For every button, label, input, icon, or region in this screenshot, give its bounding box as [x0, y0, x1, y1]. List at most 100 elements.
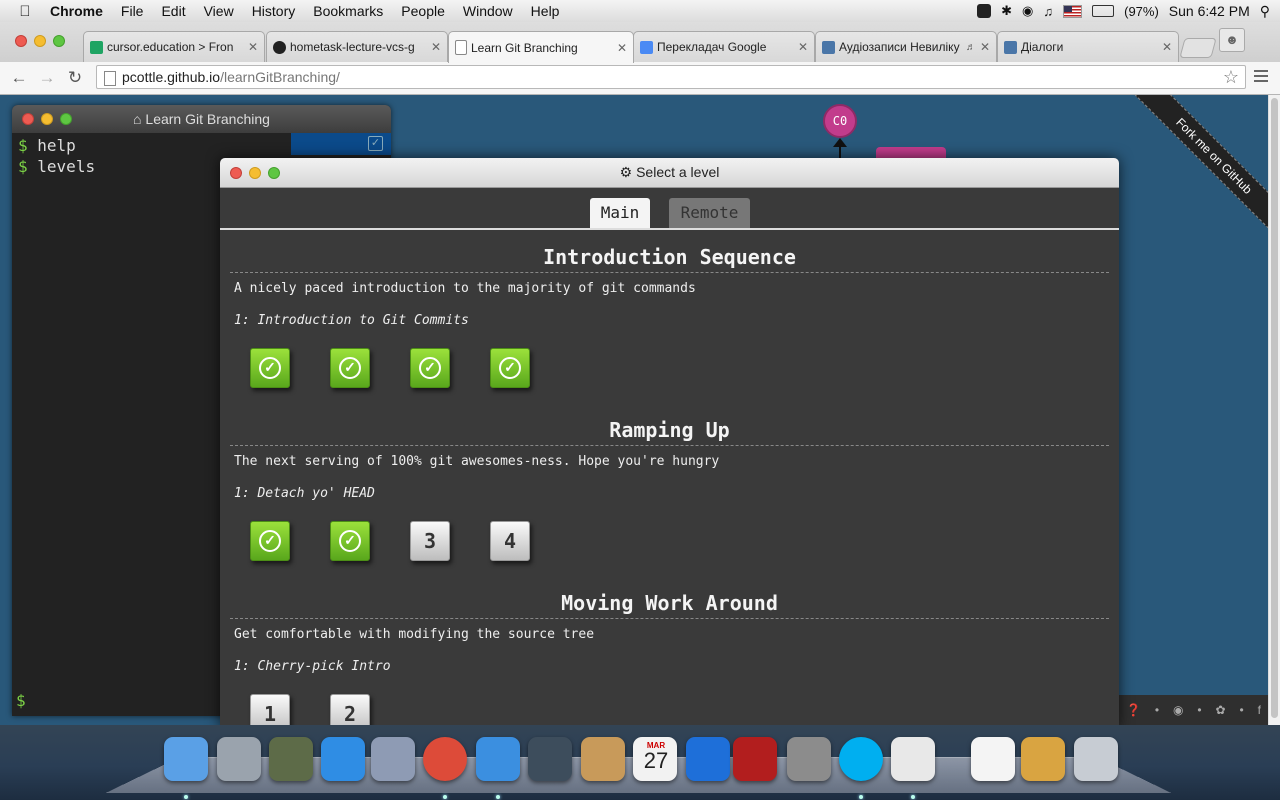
level-button[interactable]: ✓ [490, 348, 530, 388]
level-button[interactable]: ✓ [330, 521, 370, 561]
archive-icon[interactable] [1021, 737, 1065, 781]
level-button[interactable]: ✓ [250, 348, 290, 388]
scrollbar-thumb[interactable] [1271, 98, 1278, 718]
menu-edit[interactable]: Edit [152, 0, 194, 22]
browser-tab-active[interactable]: Learn Git Branching ✕ [448, 31, 634, 63]
tab-close-icon[interactable]: ✕ [980, 40, 990, 54]
level-button[interactable]: 1 [250, 694, 290, 725]
preview-icon[interactable] [371, 737, 415, 781]
sequence-subtitle: 1: Introduction to Git Commits [234, 313, 469, 328]
level-button[interactable]: ✓ [410, 348, 450, 388]
menu-people[interactable]: People [392, 0, 454, 22]
finder-icon[interactable] [164, 737, 208, 781]
browser-tab[interactable]: Перекладач Google ✕ [633, 31, 815, 62]
checkmark-icon: ✓ [259, 530, 281, 552]
modal-zoom-button[interactable] [268, 167, 280, 179]
contacts-icon[interactable] [581, 737, 625, 781]
chrome-icon[interactable] [423, 737, 467, 781]
window-minimize-button[interactable] [34, 35, 46, 47]
launchpad-icon[interactable] [217, 737, 261, 781]
tab-close-icon[interactable]: ✕ [431, 40, 441, 54]
photo-slideshow-icon[interactable] [733, 737, 777, 781]
back-arrow-icon[interactable]: ← [8, 67, 30, 89]
twitter-icon[interactable]: ✿ [1215, 703, 1225, 717]
help-icon[interactable]: ❓ [1126, 703, 1141, 717]
apple-menu-icon[interactable]:  [16, 2, 34, 20]
browser-tab[interactable]: hometask-lecture-vcs-g ✕ [266, 31, 448, 62]
page-icon [455, 40, 467, 55]
modal-close-button[interactable] [230, 167, 242, 179]
window-close-button[interactable] [15, 35, 27, 47]
tab-main[interactable]: Main [590, 198, 650, 228]
menubar-app-icon[interactable] [977, 4, 992, 18]
battery-percent[interactable]: (97%) [1124, 4, 1159, 19]
tab-remote[interactable]: Remote [669, 198, 750, 228]
clock[interactable]: Sun 6:42 PM [1169, 3, 1250, 19]
itunes-icon[interactable] [686, 737, 730, 781]
terminal-close-button[interactable] [22, 113, 34, 125]
tab-audio-icon[interactable]: ♬ [966, 42, 976, 53]
menu-bookmarks[interactable]: Bookmarks [304, 0, 392, 22]
level-button[interactable]: ✓ [330, 348, 370, 388]
modal-minimize-button[interactable] [249, 167, 261, 179]
level-button[interactable]: 2 [330, 694, 370, 725]
browser-tab[interactable]: Аудіозаписи Невиліку ♬ ✕ [815, 31, 997, 62]
reload-icon[interactable]: ↻ [64, 67, 86, 89]
bluetooth-icon[interactable]: ✱ [1001, 3, 1012, 19]
level-button[interactable]: 4 [490, 521, 530, 561]
checkmark-icon: ✓ [339, 357, 361, 379]
photo-booth-icon[interactable] [269, 737, 313, 781]
menu-view[interactable]: View [195, 0, 243, 22]
input-source-flag-icon[interactable] [1063, 4, 1083, 18]
browser-tab[interactable]: Діалоги ✕ [997, 31, 1179, 62]
tab-close-icon[interactable]: ✕ [798, 40, 808, 54]
page-info-icon[interactable] [104, 71, 116, 86]
wifi-icon[interactable]: ◉ [1022, 3, 1033, 19]
safari-icon[interactable] [476, 737, 520, 781]
tab-close-icon[interactable]: ✕ [1162, 40, 1172, 54]
tab-close-icon[interactable]: ✕ [617, 41, 627, 55]
menu-help[interactable]: Help [522, 0, 569, 22]
facetime-icon[interactable] [528, 737, 572, 781]
new-tab-button[interactable] [1179, 38, 1217, 58]
terminal-minimize-button[interactable] [41, 113, 53, 125]
browser-tab[interactable]: cursor.education > Fron ✕ [83, 31, 265, 62]
chrome-menu-icon[interactable] [1254, 70, 1268, 85]
profile-icon[interactable]: ☻ [1219, 28, 1245, 52]
separator-dot: • [1197, 703, 1202, 717]
sequence-description: The next serving of 100% git awesomes-ne… [234, 454, 720, 469]
system-preferences-icon[interactable] [787, 737, 831, 781]
globe-icon[interactable]: ◉ [1173, 703, 1183, 717]
address-bar[interactable]: pcottle.github.io/learnGitBranching/ ☆ [96, 65, 1246, 89]
menu-history[interactable]: History [243, 0, 305, 22]
terminal-zoom-button[interactable] [60, 113, 72, 125]
calendar-icon[interactable] [633, 737, 677, 781]
volume-icon[interactable]: ♫ [1043, 4, 1053, 19]
checkbox-icon[interactable]: ✓ [368, 136, 383, 151]
fork-on-github-link[interactable]: Fork me on GitHub [1134, 95, 1268, 236]
terminal-input-prompt[interactable]: $ [16, 691, 26, 710]
document-icon[interactable] [971, 737, 1015, 781]
commit-node[interactable]: C0 [823, 104, 857, 138]
level-button[interactable]: 3 [410, 521, 450, 561]
trash-icon[interactable] [1074, 737, 1118, 781]
spotlight-search-icon[interactable]: ⚲ [1260, 3, 1270, 20]
window-zoom-button[interactable] [53, 35, 65, 47]
menu-window[interactable]: Window [454, 0, 522, 22]
sequence-list: Introduction Sequence A nicely paced int… [220, 230, 1119, 725]
facebook-icon[interactable]: f [1258, 703, 1261, 717]
slack-icon[interactable] [891, 737, 935, 781]
level-button[interactable]: ✓ [250, 521, 290, 561]
bookmark-star-icon[interactable]: ☆ [1223, 67, 1239, 88]
url-text[interactable]: pcottle.github.io/learnGitBranching/ [122, 69, 340, 85]
menu-file[interactable]: File [112, 0, 153, 22]
app-store-icon[interactable] [321, 737, 365, 781]
page-scrollbar[interactable] [1268, 95, 1280, 725]
menu-app-name[interactable]: Chrome [46, 0, 112, 22]
skype-icon[interactable] [839, 737, 883, 781]
tab-close-icon[interactable]: ✕ [248, 40, 258, 54]
sequence-title: Ramping Up [230, 401, 1109, 446]
battery-icon[interactable] [1092, 5, 1115, 17]
level-select-modal: ⚙ Select a level Main Remote Introductio… [220, 158, 1119, 725]
forward-arrow-icon[interactable]: → [36, 67, 58, 89]
